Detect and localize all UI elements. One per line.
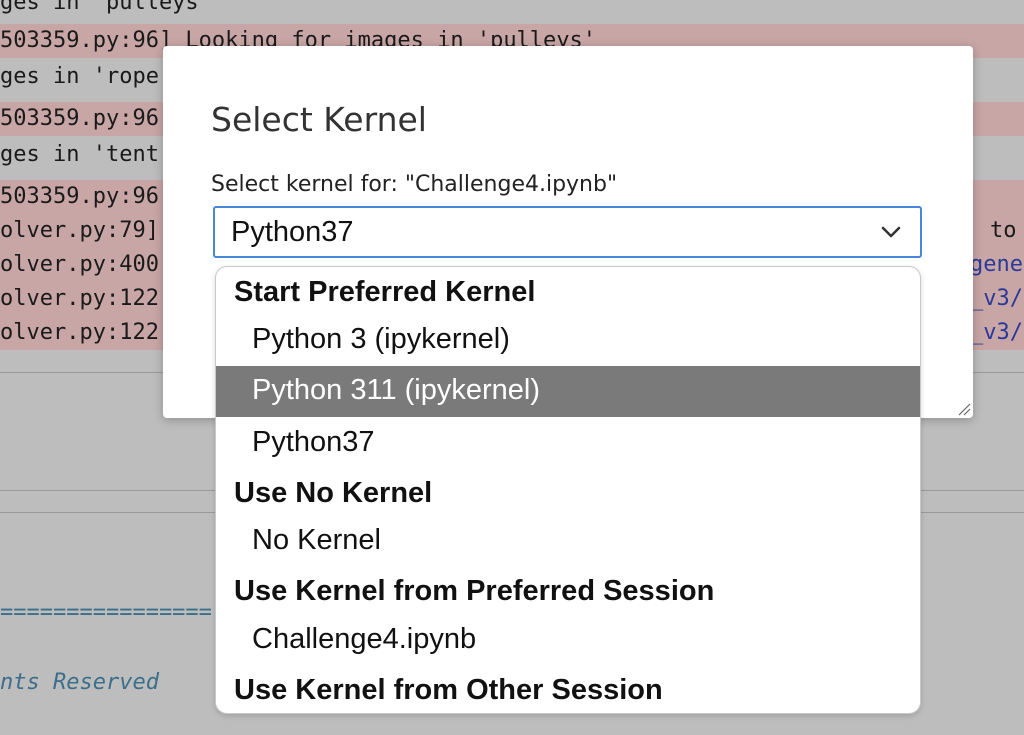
group-label-start-preferred-kernel: Start Preferred Kernel: [234, 276, 536, 308]
kernel-select[interactable]: Python37: [213, 206, 922, 258]
footer-text: nts Reserved: [0, 670, 159, 695]
option-label: Python 3 (ipykernel): [252, 323, 510, 355]
group-label-use-kernel-from-preferred-session: Use Kernel from Preferred Session: [234, 575, 715, 607]
kernel-dropdown-list: Start Preferred Kernel Python 3 (ipykern…: [215, 266, 921, 714]
option-no-kernel[interactable]: No Kernel: [216, 516, 920, 567]
resize-grip-icon[interactable]: [957, 402, 971, 416]
option-python37[interactable]: Python37: [216, 418, 920, 469]
option-python-311-ipykernel[interactable]: Python 311 (ipykernel): [216, 366, 920, 417]
log-fragment: to: [990, 218, 1017, 243]
option-python-3-ipykernel[interactable]: Python 3 (ipykernel): [216, 315, 920, 366]
log-link-fragment: gene: [970, 252, 1023, 277]
option-label: Python37: [252, 426, 375, 458]
dialog-subtitle: Select kernel for: "Challenge4.ipynb": [211, 172, 618, 197]
log-line: ges in 'pulleys': [0, 0, 1024, 20]
option-label: No Kernel: [252, 524, 381, 556]
kernel-select-value: Python37: [231, 216, 354, 248]
group-label-use-no-kernel: Use No Kernel: [234, 477, 433, 509]
group-label-use-kernel-from-other-session: Use Kernel from Other Session: [234, 674, 663, 706]
option-label: Python 311 (ipykernel): [252, 374, 541, 406]
log-link-fragment: _v3/: [970, 286, 1023, 311]
log-link-fragment: _v3/: [970, 320, 1023, 345]
option-challenge4-ipynb[interactable]: Challenge4.ipynb: [216, 615, 920, 666]
option-label: Challenge4.ipynb: [252, 623, 477, 655]
chevron-down-icon[interactable]: [880, 224, 902, 240]
dialog-title: Select Kernel: [211, 100, 427, 139]
separator-text: ================: [0, 600, 212, 625]
